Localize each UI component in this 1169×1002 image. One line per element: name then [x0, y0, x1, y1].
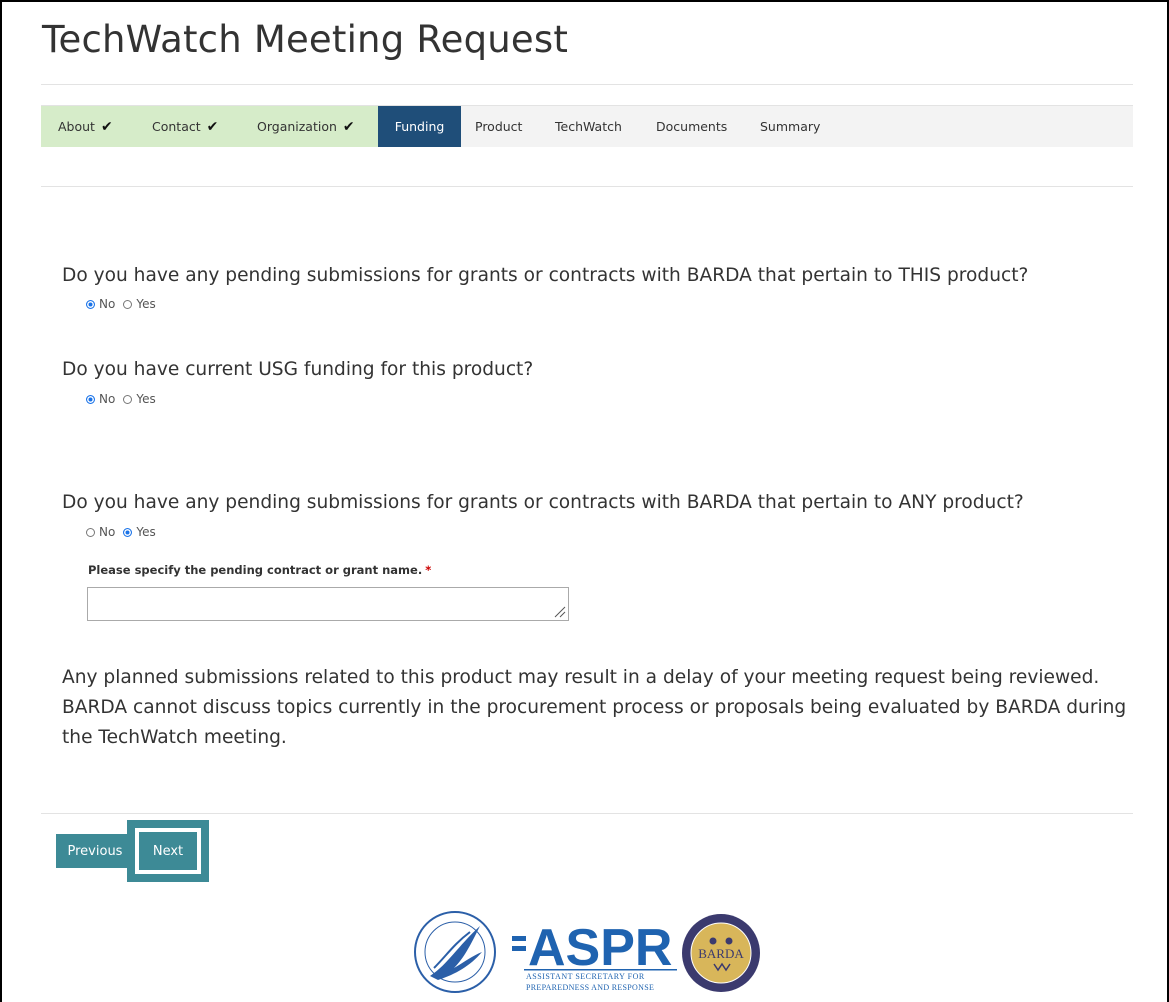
- aspr-wordmark: ASPR: [528, 919, 672, 977]
- step-label: Documents: [656, 119, 728, 134]
- checkmark-icon: ✔: [206, 119, 219, 135]
- radio-group-any-product-pending: No Yes: [86, 525, 164, 539]
- footer-divider: [41, 813, 1133, 814]
- step-summary[interactable]: Summary: [760, 106, 820, 147]
- step-label: Contact: [152, 119, 201, 134]
- aspr-logo: ASPR ASSISTANT SECRETARY FOR PREPAREDNES…: [512, 919, 677, 992]
- radio-no[interactable]: [86, 299, 95, 309]
- barda-seal-icon: BARDA: [682, 914, 760, 992]
- radio-label-yes: Yes: [136, 392, 156, 406]
- radio-group-usg-funding: No Yes: [86, 392, 164, 406]
- radio-yes[interactable]: [123, 394, 133, 404]
- pending-name-label: Please specify the pending contract or g…: [88, 563, 431, 577]
- aspr-subtitle-line-1: ASSISTANT SECRETARY FOR: [526, 972, 645, 981]
- footer-logos: ASPR ASSISTANT SECRETARY FOR PREPAREDNES…: [414, 911, 760, 993]
- question-usg-funding: Do you have current USG funding for this…: [62, 359, 534, 380]
- radio-label-no: No: [99, 297, 116, 311]
- next-button[interactable]: Next: [139, 832, 197, 870]
- step-product[interactable]: Product: [475, 106, 522, 147]
- previous-button[interactable]: Previous: [56, 834, 134, 868]
- hhs-seal-icon: [414, 911, 496, 993]
- pending-name-label-text: Please specify the pending contract or g…: [88, 563, 423, 577]
- radio-no[interactable]: [86, 394, 95, 404]
- step-label: Organization: [257, 119, 337, 134]
- radio-label-yes: Yes: [136, 525, 156, 539]
- radio-no[interactable]: [86, 527, 95, 537]
- step-documents[interactable]: Documents: [656, 106, 727, 147]
- page-title: TechWatch Meeting Request: [42, 18, 569, 61]
- title-divider: [41, 84, 1133, 85]
- required-marker: *: [425, 563, 432, 577]
- pending-name-textarea[interactable]: [87, 587, 569, 621]
- radio-label-yes: Yes: [136, 297, 156, 311]
- step-navigation: About ✔ Contact ✔ Organization ✔ Funding Pr…: [41, 105, 1133, 147]
- step-label: TechWatch: [555, 119, 622, 134]
- step-techwatch[interactable]: TechWatch: [555, 106, 622, 147]
- step-label: Summary: [760, 119, 821, 134]
- radio-label-no: No: [99, 392, 116, 406]
- step-contact[interactable]: Contact ✔: [134, 106, 240, 147]
- checkmark-icon: ✔: [342, 119, 355, 135]
- radio-yes[interactable]: [123, 299, 133, 309]
- radio-group-this-product-pending: No Yes: [86, 297, 164, 311]
- funding-notice: Any planned submissions related to this …: [62, 667, 1127, 748]
- aspr-subtitle-line-2: PREPAREDNESS AND RESPONSE: [526, 983, 654, 992]
- question-any-product-pending: Do you have any pending submissions for …: [62, 492, 1024, 513]
- step-label: About: [58, 119, 95, 134]
- step-label: Funding: [394, 119, 445, 134]
- radio-yes[interactable]: [123, 527, 133, 537]
- step-funding[interactable]: Funding: [378, 106, 461, 147]
- barda-seal-text: BARDA: [698, 946, 744, 961]
- step-about[interactable]: About ✔: [41, 106, 134, 147]
- radio-label-no: No: [99, 525, 116, 539]
- question-this-product-pending: Do you have any pending submissions for …: [62, 265, 1029, 286]
- step-organization[interactable]: Organization ✔: [240, 106, 378, 147]
- step-label: Product: [475, 119, 523, 134]
- checkmark-icon: ✔: [100, 119, 113, 135]
- steps-divider: [41, 186, 1133, 187]
